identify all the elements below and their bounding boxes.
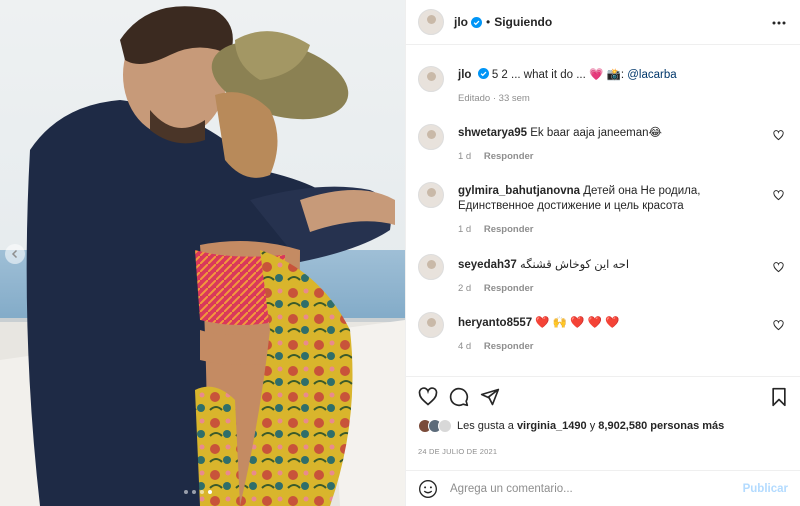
verified-icon xyxy=(477,68,489,79)
action-icons xyxy=(418,387,500,407)
carousel-indicator xyxy=(184,490,212,494)
more-icon[interactable] xyxy=(772,16,786,30)
heart-icon[interactable] xyxy=(773,190,784,201)
caption: jlo 5 2 ... what it do ... 💗 📸: @lacarba… xyxy=(418,66,792,106)
comment-time[interactable]: 1 d xyxy=(458,224,471,235)
carousel-dot xyxy=(200,490,204,494)
avatar[interactable] xyxy=(418,312,444,338)
like-heart-icon[interactable] xyxy=(418,387,438,407)
separator: • xyxy=(486,15,491,29)
comment-body: shwetarya95 Ek baar aaja janeeman😂 xyxy=(458,126,766,141)
heart-icon[interactable] xyxy=(773,130,784,141)
avatar[interactable] xyxy=(418,66,444,92)
post-actions: Les gusta a virginia_1490 y 8,902,580 pe… xyxy=(406,376,800,456)
carousel-prev-button[interactable] xyxy=(5,244,25,264)
avatar[interactable] xyxy=(418,182,444,208)
comment-time[interactable]: 1 d xyxy=(458,151,471,162)
caption-edited: Editado · 33 sem xyxy=(458,93,530,104)
likes-user-link[interactable]: virginia_1490 xyxy=(517,420,587,432)
carousel-dot-active xyxy=(208,490,212,494)
comment-text: احه این کوخاش قشنگه xyxy=(520,259,630,271)
comment-item: seyedah37 احه این کوخاش قشنگه 2 d Respon… xyxy=(418,254,792,294)
username-link[interactable]: jlo xyxy=(458,69,471,81)
username-link[interactable]: jlo xyxy=(454,15,468,29)
comment-body: seyedah37 احه این کوخاش قشنگه xyxy=(458,258,766,273)
mention-link[interactable]: @lacarba xyxy=(627,69,676,81)
chevron-left-icon xyxy=(11,249,18,259)
reply-button[interactable]: Responder xyxy=(484,224,534,235)
likes-middle: y xyxy=(589,420,596,432)
bookmark-icon[interactable] xyxy=(770,387,788,407)
carousel-dot xyxy=(184,490,188,494)
comment-text: Ek baar aaja janeeman😂 xyxy=(530,127,662,139)
post-header: jlo • Siguiendo xyxy=(406,0,800,45)
photo-image xyxy=(0,0,405,506)
verified-icon xyxy=(471,16,482,28)
comment-text: ❤️ 🙌 ❤️ ❤️ ❤️ xyxy=(535,317,620,329)
carousel-dot xyxy=(192,490,196,494)
likes-count[interactable]: 8,902,580 personas más xyxy=(598,420,724,432)
emoji-icon[interactable] xyxy=(418,479,438,499)
publish-button[interactable]: Publicar xyxy=(743,483,788,495)
comment-composer: Publicar xyxy=(406,470,800,506)
heart-icon[interactable] xyxy=(773,320,784,331)
comment-item: heryanto8557 ❤️ 🙌 ❤️ ❤️ ❤️ 4 d Responder xyxy=(418,312,792,352)
heart-icon[interactable] xyxy=(773,262,784,273)
comment-body: gylmira_bahutjanovna Детей она Не родила… xyxy=(458,184,766,214)
caption-body: jlo 5 2 ... what it do ... 💗 📸: @lacarba xyxy=(458,68,766,83)
comment-item: gylmira_bahutjanovna Детей она Не родила… xyxy=(418,182,792,237)
comment-time[interactable]: 4 d xyxy=(458,341,471,352)
comment-username[interactable]: shwetarya95 xyxy=(458,127,527,139)
comment-username[interactable]: heryanto8557 xyxy=(458,317,532,329)
avatar[interactable] xyxy=(418,9,444,35)
reply-button[interactable]: Responder xyxy=(484,151,534,162)
following-button[interactable]: Siguiendo xyxy=(494,15,552,29)
avatar[interactable] xyxy=(418,124,444,150)
comment-input[interactable] xyxy=(450,482,743,495)
comment-username[interactable]: seyedah37 xyxy=(458,259,517,271)
avatar[interactable] xyxy=(418,254,444,280)
comment-body: heryanto8557 ❤️ 🙌 ❤️ ❤️ ❤️ xyxy=(458,316,766,331)
comment-time[interactable]: 2 d xyxy=(458,283,471,294)
comment-meta: 1 d Responder xyxy=(458,151,533,162)
comment-icon[interactable] xyxy=(449,387,469,407)
comment-meta: 1 d Responder xyxy=(458,224,533,235)
avatar xyxy=(438,419,452,433)
post-sidebar: jlo • Siguiendo jlo 5 2 ... what it do .… xyxy=(405,0,800,506)
post-photo[interactable] xyxy=(0,0,405,506)
comment-meta: 2 d Responder xyxy=(458,283,533,294)
caption-text: 5 2 ... what it do ... 💗 📸: xyxy=(491,69,625,81)
post-modal: jlo • Siguiendo jlo 5 2 ... what it do .… xyxy=(0,0,800,506)
reply-button[interactable]: Responder xyxy=(484,283,534,294)
post-date[interactable]: 24 DE JULIO DE 2021 xyxy=(418,447,497,456)
likes-prefix: Les gusta a xyxy=(457,420,514,432)
comment-username[interactable]: gylmira_bahutjanovna xyxy=(458,185,580,197)
comment-item: shwetarya95 Ek baar aaja janeeman😂 1 d R… xyxy=(418,124,792,164)
comment-meta: 4 d Responder xyxy=(458,341,533,352)
reply-button[interactable]: Responder xyxy=(484,341,534,352)
share-icon[interactable] xyxy=(480,387,500,407)
likes-summary[interactable]: Les gusta a virginia_1490 y 8,902,580 pe… xyxy=(418,419,724,433)
comments-list[interactable]: jlo 5 2 ... what it do ... 💗 📸: @lacarba… xyxy=(406,46,800,376)
